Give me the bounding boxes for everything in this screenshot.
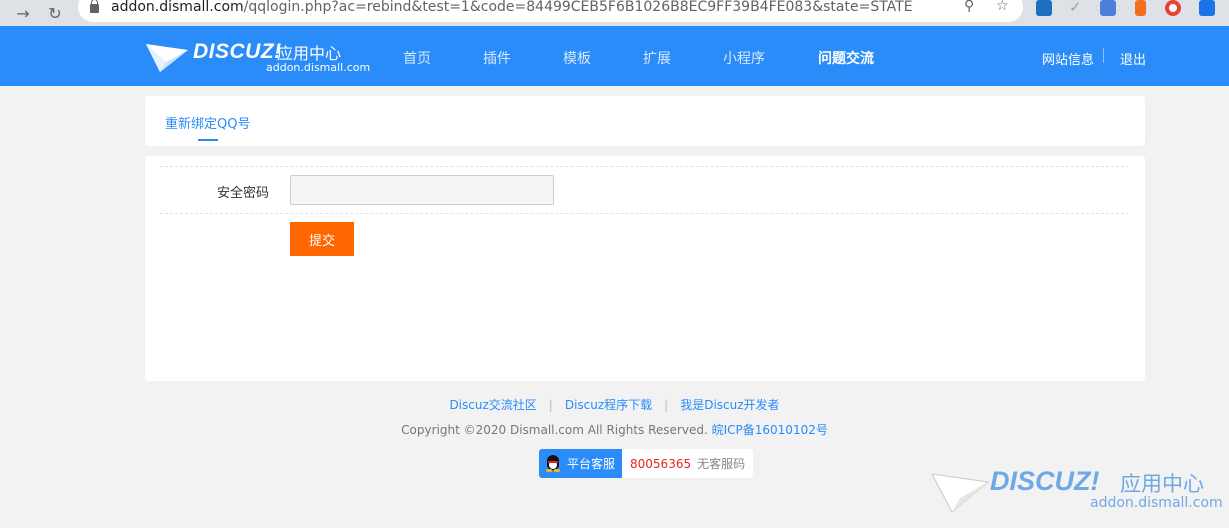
tab-rebind-qq[interactable]: 重新绑定QQ号: [165, 113, 250, 132]
nav-mini-programs[interactable]: 小程序: [723, 48, 765, 68]
divider: [160, 166, 1129, 167]
nav-plugins[interactable]: 插件: [483, 48, 511, 68]
footer-separator: |: [548, 398, 553, 412]
chrome-icon[interactable]: [1165, 0, 1181, 16]
extension-s-icon[interactable]: [1036, 0, 1052, 16]
watermark-cn: 应用中心: [1120, 472, 1204, 496]
icp-link[interactable]: 皖ICP备16010102号: [712, 423, 828, 437]
reload-icon[interactable]: ↻: [44, 2, 66, 24]
tab-active-indicator: [198, 139, 218, 141]
nav-questions[interactable]: 问题交流: [818, 48, 874, 68]
footer-separator: |: [664, 398, 669, 412]
address-bar[interactable]: addon.dismall.com/qqlogin.php?ac=rebind&…: [78, 0, 1023, 22]
password-label: 安全密码: [217, 186, 270, 201]
copyright-line: Copyright ©2020 Dismall.com All Rights R…: [0, 421, 1229, 438]
site-info-link[interactable]: 网站信息: [1042, 49, 1094, 68]
service-number: 80056365: [630, 456, 692, 471]
star-icon[interactable]: ☆: [996, 0, 1009, 14]
paper-plane-icon: [146, 44, 188, 72]
footer-link-developer[interactable]: 我是Discuz开发者: [680, 398, 779, 412]
service-info: 80056365 无客服码: [622, 449, 754, 478]
rebind-form: 安全密码 提交: [145, 156, 1145, 381]
watermark-domain: addon.dismall.com: [1090, 495, 1223, 511]
divider: [160, 213, 1129, 214]
footer-link-community[interactable]: Discuz交流社区: [449, 398, 536, 412]
tab-bar: 重新绑定QQ号: [145, 96, 1145, 146]
extension-orange-icon[interactable]: [1135, 0, 1146, 16]
nav-templates[interactable]: 模板: [563, 48, 591, 68]
service-label: 平台客服: [567, 457, 616, 471]
browser-toolbar: → ↻ addon.dismall.com/qqlogin.php?ac=reb…: [0, 0, 1229, 26]
footer-link-download[interactable]: Discuz程序下载: [565, 398, 652, 412]
translate-icon[interactable]: [1100, 0, 1116, 16]
logout-link[interactable]: 退出: [1120, 49, 1146, 68]
service-note: 无客服码: [697, 457, 746, 471]
watermark-plane-icon: [932, 473, 990, 513]
password-input[interactable]: [290, 175, 554, 205]
service-button[interactable]: 平台客服: [539, 449, 623, 478]
nav-home[interactable]: 首页: [403, 48, 431, 68]
header-divider: [1103, 48, 1104, 63]
logo[interactable]: DISCUZ! 应用中心 addon.dismall.com: [146, 40, 370, 76]
watermark-word: DISCUZ!: [990, 466, 1100, 496]
watermark-logo: DISCUZ! 应用中心 addon.dismall.com: [932, 466, 1223, 518]
logo-domain: addon.dismall.com: [266, 61, 371, 74]
url-text: addon.dismall.com/qqlogin.php?ac=rebind&…: [111, 0, 913, 15]
check-icon[interactable]: ✓: [1069, 0, 1085, 16]
submit-button[interactable]: 提交: [290, 222, 354, 256]
customer-service[interactable]: 平台客服 80056365 无客服码: [539, 449, 754, 478]
extension-blue-icon[interactable]: [1199, 0, 1215, 16]
key-icon[interactable]: ⚲: [964, 0, 974, 14]
lock-icon: [90, 0, 99, 13]
footer-links: Discuz交流社区 | Discuz程序下载 | 我是Discuz开发者: [0, 396, 1229, 413]
copyright-text: Copyright ©2020 Dismall.com All Rights R…: [401, 423, 708, 437]
site-header: DISCUZ! 应用中心 addon.dismall.com 首页 插件 模板 …: [0, 26, 1229, 86]
qq-penguin-icon: [545, 454, 561, 473]
nav-extensions[interactable]: 扩展: [643, 48, 671, 68]
back-arrow-icon[interactable]: →: [12, 2, 34, 24]
